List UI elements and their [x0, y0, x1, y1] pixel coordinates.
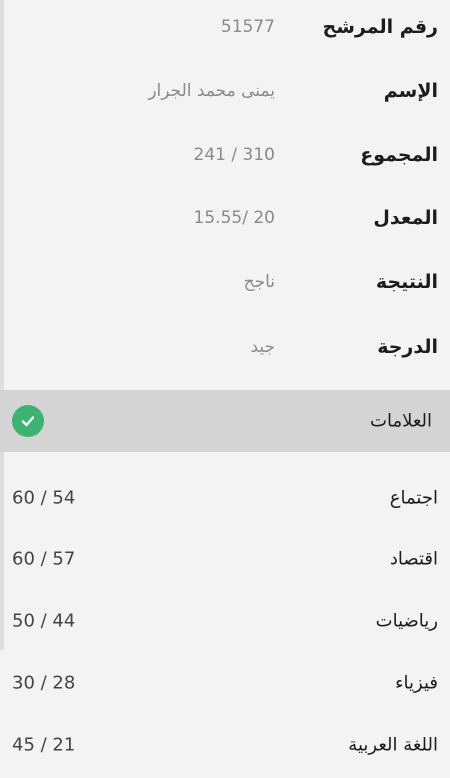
subject-row: اقتصاد 60 / 57	[0, 528, 450, 590]
info-row-result: النتيجة ناجح	[0, 251, 450, 313]
info-label: المجموع	[360, 144, 438, 166]
info-value: 310 / 241	[193, 145, 275, 165]
subject-name: اللغة العربية	[348, 734, 438, 756]
info-row-average: المعدل 20 /15.55	[0, 187, 450, 249]
info-label: رقم المرشح	[322, 16, 438, 38]
subject-score: 30 / 28	[12, 672, 76, 694]
info-value: 51577	[220, 17, 275, 37]
check-circle-icon	[12, 405, 44, 437]
info-value: ناجح	[243, 272, 275, 292]
subject-row: رياضيات 50 / 44	[0, 590, 450, 652]
subject-name: اجتماع	[389, 487, 438, 509]
info-row-name: الإسم يمنى محمد الجرار	[0, 60, 450, 122]
info-row-total: المجموع 310 / 241	[0, 124, 450, 186]
info-label: المعدل	[373, 207, 438, 229]
subject-score: 50 / 44	[12, 610, 76, 632]
subject-row: اجتماع 60 / 54	[0, 467, 450, 529]
subject-row: اللغة العربية 45 / 21	[0, 714, 450, 776]
subject-score: 45 / 21	[12, 734, 76, 756]
info-label: النتيجة	[375, 271, 438, 293]
marks-title: العلامات	[370, 410, 432, 432]
subject-name: اقتصاد	[389, 548, 438, 570]
info-value: يمنى محمد الجرار	[148, 81, 275, 101]
info-row-candidate-number: رقم المرشح 51577	[0, 0, 450, 58]
subject-name: فيزياء	[395, 672, 438, 694]
info-row-grade: الدرجة جيد	[0, 316, 450, 378]
info-value: جيد	[250, 337, 275, 357]
marks-header[interactable]: العلامات	[0, 390, 450, 452]
subject-score: 60 / 54	[12, 487, 76, 509]
subject-name: رياضيات	[375, 610, 438, 632]
info-value: 20 /15.55	[193, 208, 275, 228]
info-label: الدرجة	[377, 336, 438, 358]
subject-score: 60 / 57	[12, 548, 76, 570]
subject-row: فيزياء 30 / 28	[0, 652, 450, 714]
info-label: الإسم	[383, 80, 438, 102]
